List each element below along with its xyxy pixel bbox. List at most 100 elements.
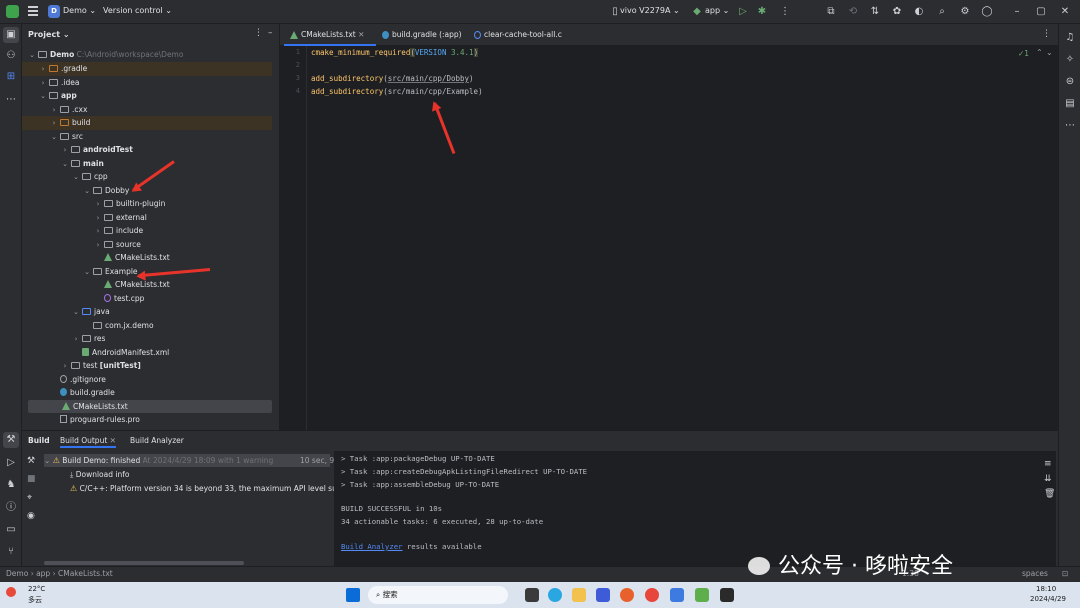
gradle-tool-icon[interactable]: ⊜ bbox=[1062, 74, 1078, 90]
logcat-icon[interactable]: ♞ bbox=[3, 477, 19, 493]
more-tools-icon[interactable]: ⋯ bbox=[3, 92, 19, 108]
tree-item-gradle[interactable]: ›.gradle bbox=[22, 62, 272, 76]
tabs-more-icon[interactable]: ⋮ bbox=[1042, 29, 1051, 39]
code-editor[interactable]: 1 2 3 4 cmake_minimum_required(VERSION 3… bbox=[280, 46, 1058, 430]
git-icon[interactable]: ⑂ bbox=[3, 544, 19, 560]
tree-item-package[interactable]: com.jx.demo bbox=[22, 319, 272, 333]
code-line-4[interactable]: add_subdirectory(src/main/cpp/Example) bbox=[311, 87, 483, 96]
tree-item-app[interactable]: ⌄app bbox=[22, 89, 272, 103]
build-tool-icon[interactable]: ⚒ bbox=[3, 432, 19, 448]
app-icon[interactable] bbox=[620, 588, 634, 602]
problems-icon[interactable]: ⓘ bbox=[3, 500, 19, 516]
profiler-icon[interactable]: ◐ bbox=[912, 5, 926, 19]
tab-build-gradle[interactable]: build.gradle (:app) bbox=[380, 24, 468, 46]
code-line-1[interactable]: cmake_minimum_required(VERSION 3.4.1) bbox=[311, 48, 478, 57]
eye-icon[interactable]: ◉ bbox=[27, 511, 35, 521]
terminal-icon[interactable] bbox=[720, 588, 734, 602]
edge-icon[interactable] bbox=[548, 588, 562, 602]
tree-item-external[interactable]: ›external bbox=[22, 211, 272, 225]
inspection-status[interactable]: ✓1 bbox=[1018, 49, 1029, 58]
main-menu-icon[interactable] bbox=[28, 6, 38, 17]
chevron-down-icon[interactable]: ⌄ bbox=[1046, 48, 1053, 57]
notifications-icon[interactable]: ♫ bbox=[1062, 30, 1078, 46]
gemini-icon[interactable]: ✧ bbox=[1062, 52, 1078, 68]
hide-panel-icon[interactable]: – bbox=[268, 28, 273, 38]
stop-icon[interactable]: ■ bbox=[27, 474, 36, 484]
tree-item-build-gradle[interactable]: build.gradle bbox=[22, 386, 272, 400]
taskbar-search[interactable]: ⌕ 搜索 bbox=[368, 586, 508, 604]
vscode-icon[interactable] bbox=[596, 588, 610, 602]
breadcrumb-item[interactable]: Demo bbox=[6, 569, 28, 578]
terminal-icon[interactable]: ▭ bbox=[3, 522, 19, 538]
tree-item-dobby[interactable]: ⌄Dobby bbox=[22, 184, 272, 198]
version-control-menu[interactable]: Version control ⌄ bbox=[103, 6, 172, 15]
tree-item-app-cmakelists[interactable]: CMakeLists.txt bbox=[28, 400, 272, 414]
tab-cmakelists[interactable]: CMakeLists.txt ✕ bbox=[284, 24, 376, 46]
tree-item-dobby-cmakelists[interactable]: CMakeLists.txt bbox=[22, 251, 272, 265]
tree-item-example-cmakelists[interactable]: CMakeLists.txt bbox=[22, 278, 272, 292]
lock-icon[interactable]: ⊡ bbox=[1062, 569, 1068, 578]
sdk-manager-icon[interactable]: ✿ bbox=[890, 5, 904, 19]
build-result-row[interactable]: ⌄ ⚠ Build Demo: finished At 2024/4/29 18… bbox=[44, 454, 330, 467]
sync-icon[interactable]: ⇅ bbox=[868, 5, 882, 19]
chrome-icon[interactable] bbox=[645, 588, 659, 602]
app-icon[interactable] bbox=[670, 588, 684, 602]
more-tools-icon[interactable]: ⋯ bbox=[1062, 118, 1078, 134]
windows-start-icon[interactable] bbox=[346, 588, 360, 602]
pin-icon[interactable]: ⌖ bbox=[27, 493, 32, 503]
device-selector[interactable]: vivo V2279A ⌄ bbox=[620, 6, 680, 15]
close-icon[interactable]: ✕ bbox=[110, 436, 116, 445]
maximize-icon[interactable]: ▢ bbox=[1034, 5, 1048, 19]
run-icon[interactable]: ▷ bbox=[736, 5, 750, 19]
project-panel-title[interactable]: Project ⌄ bbox=[28, 30, 70, 39]
code-line-3[interactable]: add_subdirectory(src/main/cpp/Dobby) bbox=[311, 74, 474, 83]
build-analyzer-link[interactable]: Build Analyzer bbox=[341, 542, 403, 551]
tree-item-build[interactable]: ›build bbox=[22, 116, 272, 130]
apply-changes-icon[interactable]: ⟲ bbox=[846, 5, 860, 19]
resource-manager-icon[interactable]: ⚇ bbox=[3, 48, 19, 64]
breadcrumb-item[interactable]: app bbox=[36, 569, 50, 578]
tree-item-androidtest[interactable]: ›androidTest bbox=[22, 143, 272, 157]
hammer-icon[interactable]: ⚒ bbox=[27, 456, 35, 466]
tree-root[interactable]: ⌄Demo C:\Android\workspace\Demo bbox=[22, 48, 272, 62]
minimize-icon[interactable]: – bbox=[1010, 5, 1024, 19]
task-view-icon[interactable] bbox=[525, 588, 539, 602]
tree-item-cxx[interactable]: ›.cxx bbox=[22, 103, 272, 117]
indent-setting[interactable]: spaces bbox=[1022, 569, 1048, 578]
search-icon[interactable]: ⌕ bbox=[935, 5, 949, 19]
tree-item-idea[interactable]: ›.idea bbox=[22, 76, 272, 90]
tree-item-res[interactable]: ›res bbox=[22, 332, 272, 346]
project-selector[interactable]: Demo ⌄ bbox=[63, 6, 96, 15]
tree-item-manifest[interactable]: AndroidManifest.xml bbox=[22, 346, 272, 360]
build-tree-scrollbar[interactable] bbox=[44, 561, 244, 565]
breadcrumb-item[interactable]: CMakeLists.txt bbox=[58, 569, 113, 578]
tree-item-proguard[interactable]: proguard-rules.pro bbox=[22, 413, 272, 427]
tree-item-main[interactable]: ⌄main bbox=[22, 157, 272, 171]
run-tool-icon[interactable]: ▷ bbox=[3, 455, 19, 471]
structure-icon[interactable]: ⊞ bbox=[3, 69, 19, 85]
warning-row[interactable]: ⚠ C/C++: Platform version 34 is beyond 3… bbox=[70, 482, 334, 495]
debug-icon[interactable]: ✱ bbox=[755, 5, 769, 19]
scroll-to-end-icon[interactable]: ⇊ bbox=[1044, 474, 1052, 484]
gear-icon[interactable]: ⚙ bbox=[958, 5, 972, 19]
download-info-row[interactable]: ⤓ Download info bbox=[70, 468, 129, 481]
run-config-selector[interactable]: app ⌄ bbox=[705, 6, 729, 15]
chevron-up-icon[interactable]: ⌃ bbox=[1036, 48, 1043, 57]
device-file-explorer-icon[interactable]: ▤ bbox=[1062, 96, 1078, 112]
more-actions-icon[interactable]: ⋮ bbox=[778, 5, 792, 19]
tree-item-java[interactable]: ⌄java bbox=[22, 305, 272, 319]
close-icon[interactable]: ✕ bbox=[358, 30, 364, 39]
more-options-icon[interactable]: ⋮ bbox=[254, 28, 263, 38]
tree-item-builtin-plugin[interactable]: ›builtin-plugin bbox=[22, 197, 272, 211]
close-icon[interactable]: ✕ bbox=[1058, 5, 1072, 19]
file-explorer-icon[interactable] bbox=[572, 588, 586, 602]
tree-item-gitignore[interactable]: .gitignore bbox=[22, 373, 272, 387]
soft-wrap-icon[interactable]: ≡ bbox=[1044, 459, 1052, 469]
tree-item-src[interactable]: ⌄src bbox=[22, 130, 272, 144]
tab-build-output[interactable]: Build Output ✕ bbox=[60, 434, 116, 448]
tree-item-source[interactable]: ›source bbox=[22, 238, 272, 252]
tree-item-test[interactable]: ›test [unitTest] bbox=[22, 359, 272, 373]
trash-icon[interactable]: 🗑 bbox=[1044, 489, 1055, 499]
android-studio-icon[interactable] bbox=[695, 588, 709, 602]
tree-item-include[interactable]: ›include bbox=[22, 224, 272, 238]
